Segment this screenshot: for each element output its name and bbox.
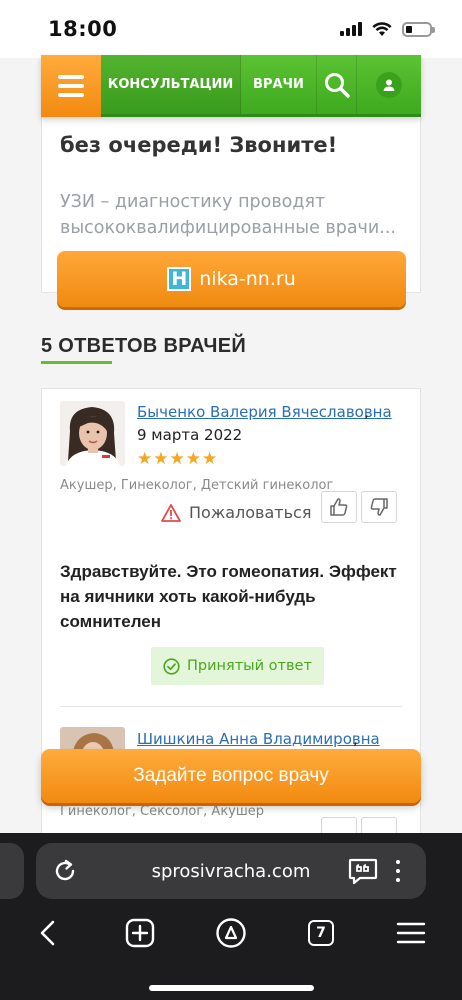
main-nav: КОНСУЛЬТАЦИИ ВРАЧИ (101, 55, 421, 117)
warning-icon (161, 503, 181, 522)
rating-stars: ★ ★ ★ ★ ★ (137, 449, 217, 469)
name-comma: , (353, 730, 358, 748)
section-title: 5 ОТВЕТОВ ВРАЧЕЙ (41, 335, 247, 357)
check-circle-icon (163, 657, 180, 675)
doctor-avatar[interactable] (60, 401, 125, 466)
star-icon: ★ (169, 449, 185, 469)
page-content: без очереди! Звоните! УЗИ – диагностику … (0, 58, 462, 833)
browser-toolbar: sprosivracha.com 7 (0, 833, 462, 1000)
ad-button-label: nika-nn.ru (199, 268, 296, 290)
wifi-icon (372, 21, 392, 36)
status-icons (340, 21, 435, 37)
tab-count: 7 (308, 920, 334, 946)
assistant-icon (216, 918, 246, 948)
new-tab-button[interactable] (122, 915, 158, 951)
hamburger-menu-icon (58, 75, 84, 79)
doctor-name-link[interactable]: Шишкина Анна Владимировна (137, 730, 380, 748)
status-bar: 18:00 (0, 0, 462, 58)
accepted-answer-badge: Принятый ответ (151, 647, 324, 685)
doctor-specialties: Акушер, Гинеколог, Детский гинеколог (60, 478, 334, 493)
doctor-specialties: Гинеколог, Сексолог, Акушер (60, 804, 265, 819)
nav-doctors[interactable]: ВРАЧИ (241, 55, 317, 114)
battery-icon (402, 21, 435, 37)
section-underline (41, 361, 112, 364)
thumbs-up-icon (330, 498, 348, 516)
ad-description: УЗИ – диагностику проводят высококвалифи… (60, 192, 396, 238)
answer-date: 9 марта 2022 (137, 426, 243, 444)
cellular-signal-icon (340, 22, 362, 36)
browser-menu-button[interactable] (393, 915, 429, 951)
ask-doctor-button[interactable]: Задайте вопрос врачу (41, 749, 421, 803)
accepted-answer-label: Принятый ответ (187, 658, 312, 674)
address-bar[interactable]: sprosivracha.com (36, 843, 426, 899)
back-arrow-icon (40, 920, 55, 946)
menu-button[interactable] (41, 55, 101, 117)
reader-quote-icon[interactable] (348, 857, 378, 885)
hamburger-menu-icon (396, 922, 426, 944)
assistant-button[interactable] (213, 915, 249, 951)
ad-headline: без очереди! Звоните! (60, 133, 338, 157)
star-icon: ★ (153, 449, 169, 469)
ad-link-button[interactable]: H nika-nn.ru (57, 251, 406, 307)
user-profile-button[interactable] (357, 55, 421, 114)
site-header: КОНСУЛЬТАЦИИ ВРАЧИ (41, 55, 421, 117)
site-logo-icon: H (167, 267, 192, 291)
home-indicator (149, 985, 314, 991)
search-button[interactable] (317, 55, 357, 114)
star-icon: ★ (185, 449, 201, 469)
report-button[interactable]: Пожаловаться (161, 503, 311, 522)
user-profile-icon (376, 71, 402, 98)
star-icon: ★ (202, 449, 218, 469)
like-button[interactable] (321, 491, 357, 523)
plus-square-icon (125, 918, 155, 948)
doctor-name-link[interactable]: Быченко Валерия Вячеславовна (137, 403, 392, 421)
report-label: Пожаловаться (189, 503, 312, 522)
tabs-button[interactable]: 7 (303, 915, 339, 951)
ad-card: без очереди! Звоните! УЗИ – диагностику … (41, 88, 421, 307)
dislike-button[interactable] (361, 817, 397, 833)
nav-consultations[interactable]: КОНСУЛЬТАЦИИ (101, 55, 241, 114)
name-comma: , (364, 403, 369, 421)
thumbs-down-icon (370, 498, 388, 516)
answer-divider (60, 706, 402, 707)
reload-icon[interactable] (52, 858, 78, 884)
dislike-button[interactable] (361, 491, 397, 523)
like-button[interactable] (321, 817, 357, 833)
status-time: 18:00 (48, 17, 118, 41)
answer-text: Здравствуйте. Это гомеопатия. Эффект на … (60, 562, 397, 631)
back-button[interactable] (30, 915, 66, 951)
star-icon: ★ (137, 449, 153, 469)
search-icon (324, 72, 350, 98)
more-options-icon[interactable] (386, 857, 410, 885)
previous-tab-stub[interactable] (0, 843, 24, 899)
